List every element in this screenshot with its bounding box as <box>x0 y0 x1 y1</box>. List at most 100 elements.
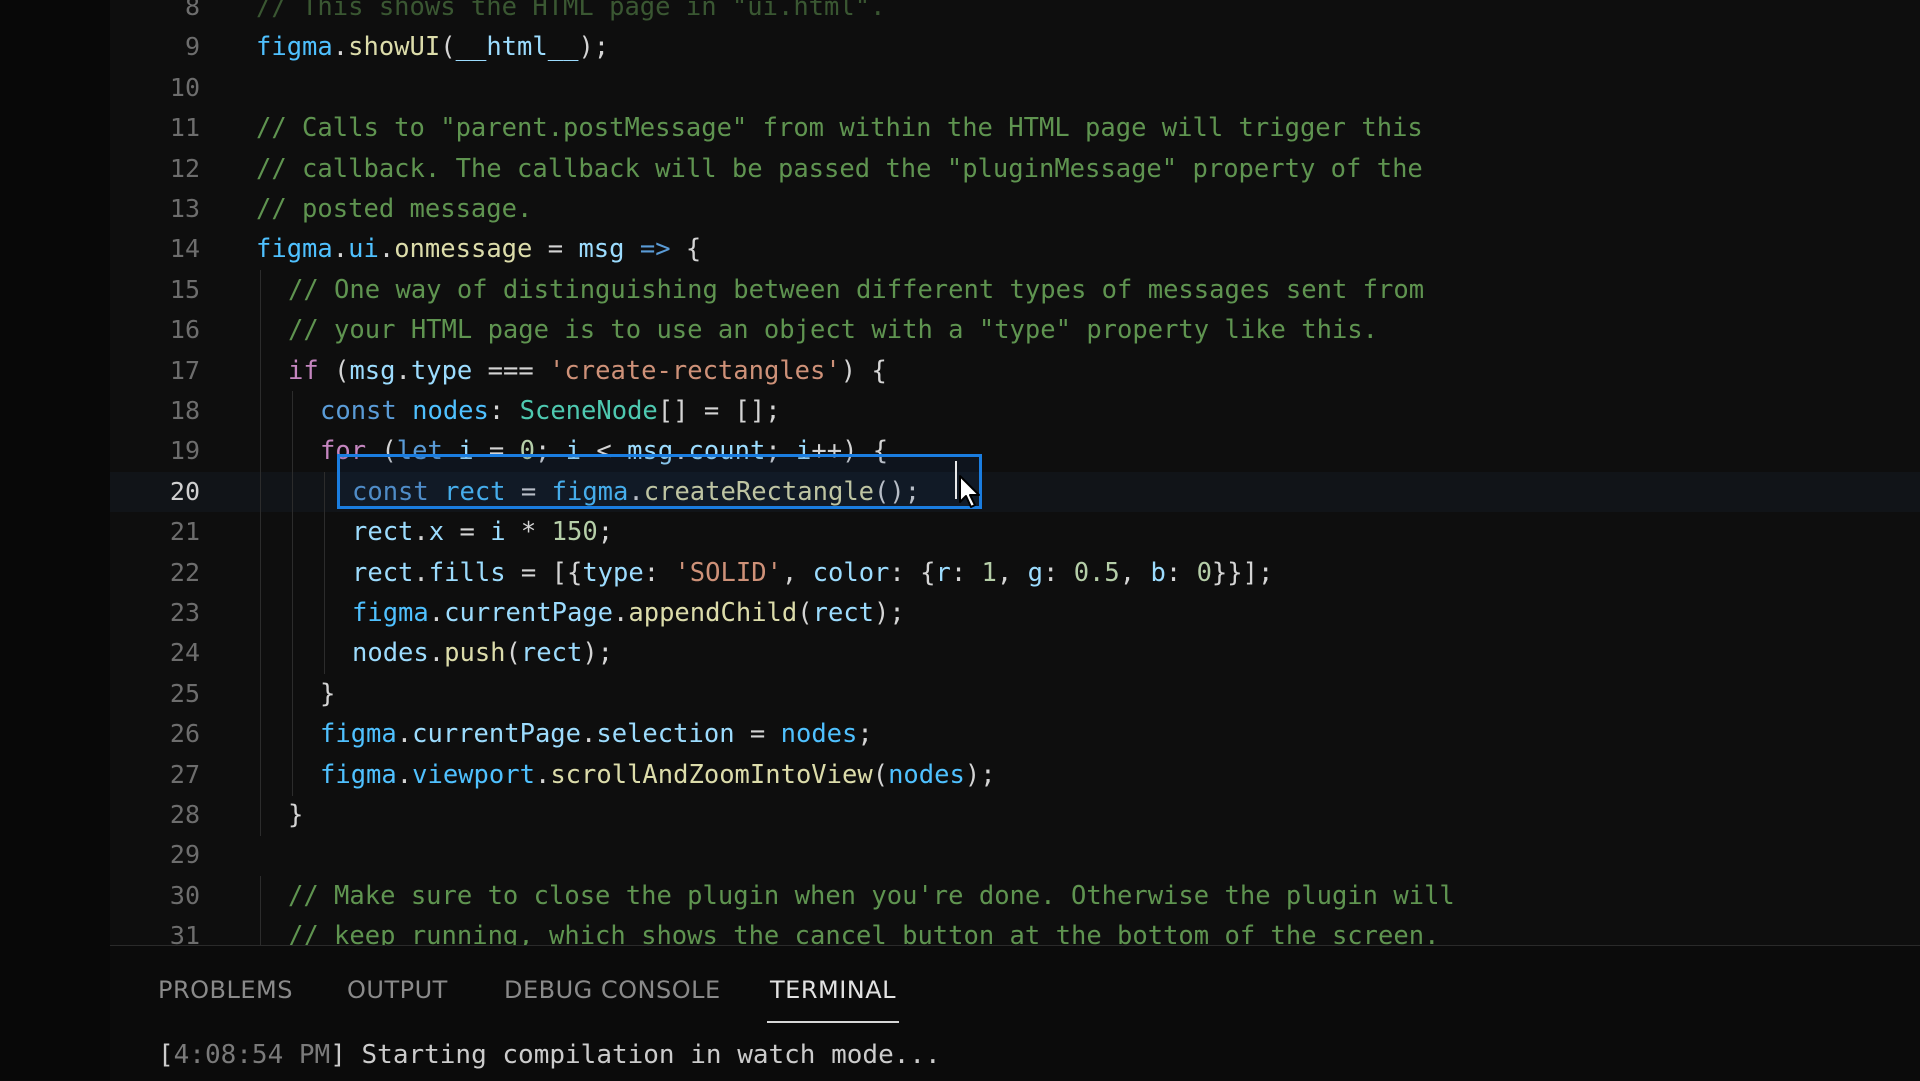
line-number: 31 <box>169 921 200 945</box>
indent-guide <box>292 512 293 554</box>
line-number: 8 <box>184 0 200 21</box>
code-line[interactable]: 26 figma.currentPage.selection = nodes; <box>110 714 1920 756</box>
indent-guide <box>292 552 293 594</box>
code-token: figma <box>256 32 333 63</box>
code-token: === <box>472 355 550 386</box>
code-line[interactable]: 27 figma.viewport.scrollAndZoomIntoView(n… <box>110 754 1920 796</box>
line-number: 12 <box>169 153 200 183</box>
code-line[interactable]: 13 // posted message. <box>110 189 1920 229</box>
tab-terminal[interactable]: TERMINAL <box>770 976 896 1004</box>
code-text: // your HTML page is to use an object wi… <box>288 310 1378 350</box>
code-token: rect <box>520 638 583 669</box>
code-token: // callback. The callback will be passed… <box>256 153 1423 184</box>
line-number: 14 <box>169 234 200 264</box>
code-token: = <box>532 234 579 265</box>
indent-guide <box>324 552 325 594</box>
code-token: ; <box>857 719 873 750</box>
code-text: // callback. The callback will be passed… <box>256 149 1423 189</box>
code-line[interactable]: 24 nodes.push(rect); <box>110 633 1920 675</box>
indent-guide <box>260 673 261 715</box>
indent-guide <box>260 431 261 473</box>
code-token: . <box>413 517 429 548</box>
code-token: // This shows the HTML page in "ui.html"… <box>256 0 886 22</box>
code-line[interactable]: 17 if (msg.type === 'create-rectangles') … <box>110 350 1920 392</box>
code-token: . <box>613 598 629 628</box>
code-line[interactable]: 22 rect.fills = [{type: 'SOLID', color: {… <box>110 552 1920 594</box>
indent-guide <box>260 512 261 554</box>
code-token: : { <box>889 557 936 588</box>
code-token: nodes <box>888 759 965 790</box>
code-token: : <box>643 557 675 588</box>
indent-guide <box>260 593 261 634</box>
code-token: if <box>288 355 319 386</box>
code-token: . <box>413 557 429 588</box>
code-token: // One way of distinguishing between dif… <box>288 274 1425 305</box>
code-token: = <box>444 517 491 548</box>
code-token: SceneNode <box>519 396 658 426</box>
code-token: : <box>1042 557 1074 588</box>
code-token: 1 <box>981 557 997 588</box>
code-text: figma.currentPage.selection = nodes; <box>320 714 873 754</box>
code-line[interactable]: 29 <box>110 835 1920 875</box>
code-token: g <box>1027 557 1043 588</box>
code-text: rect.x = i * 150; <box>352 512 613 552</box>
code-line[interactable]: 11 // Calls to "parent.postMessage" from … <box>110 108 1920 148</box>
line-number: 22 <box>169 557 200 587</box>
indent-guide <box>260 875 261 917</box>
code-line[interactable]: 15 // One way of distinguishing between d… <box>110 269 1920 311</box>
code-token: . <box>534 759 551 790</box>
code-token: => <box>639 234 671 265</box>
code-line[interactable]: 8 // This shows the HTML page in "ui.html… <box>110 0 1920 27</box>
code-line[interactable]: 14 figma.ui.onmessage = msg => { <box>110 229 1920 269</box>
code-token: figma <box>320 759 397 790</box>
code-token: 'create-rectangles' <box>549 355 841 386</box>
code-token: // Make sure to close the plugin when yo… <box>288 880 1455 911</box>
code-line[interactable]: 23 figma.currentPage.appendChild(rect); <box>110 593 1920 634</box>
indent-guide <box>324 512 325 554</box>
indent-guide <box>260 269 261 311</box>
tab-problems[interactable]: PROBLEMS <box>158 976 293 1004</box>
code-line[interactable]: 9 figma.showUI(__html__); <box>110 27 1920 67</box>
code-token: . <box>428 598 445 628</box>
line-number: 20 <box>169 476 200 506</box>
code-line[interactable]: 18 const nodes: SceneNode[] = []; <box>110 391 1920 432</box>
line-number: 11 <box>169 113 200 143</box>
indent-guide <box>324 593 325 634</box>
selection-highlight <box>337 454 982 509</box>
tab-debug-console[interactable]: DEBUG CONSOLE <box>504 976 721 1004</box>
line-number: 17 <box>169 355 200 385</box>
code-token: currentPage <box>412 719 582 750</box>
code-token: currentPage <box>444 598 614 628</box>
code-text: figma.viewport.scrollAndZoomIntoView(nod… <box>320 755 996 795</box>
code-token: r <box>935 557 951 588</box>
code-token: __html__ <box>455 32 579 63</box>
code-line[interactable]: 12 // callback. The callback will be pass… <box>110 149 1920 189</box>
code-line[interactable]: 16 // your HTML page is to use an object … <box>110 310 1920 352</box>
code-token: . <box>396 719 413 750</box>
code-line[interactable]: 28} <box>110 795 1920 836</box>
code-text: nodes.push(rect); <box>352 633 613 673</box>
code-token: onmessage <box>394 234 533 265</box>
code-text: // One way of distinguishing between dif… <box>288 270 1424 310</box>
code-line[interactable]: 31 // keep running, which shows the cance… <box>110 916 1920 945</box>
code-token: msg <box>578 234 625 265</box>
terminal-output-line[interactable]: [4:08:54 PM] Starting compilation in wat… <box>158 1040 941 1070</box>
tab-output[interactable]: OUTPUT <box>347 976 448 1004</box>
code-token: . <box>332 32 349 63</box>
code-token: // Calls to "parent.postMessage" from wi… <box>256 113 1423 144</box>
code-token: , <box>996 557 1028 588</box>
indent-guide <box>260 471 261 513</box>
code-line[interactable]: 30 // Make sure to close the plugin when … <box>110 875 1920 917</box>
code-token: figma <box>320 719 397 750</box>
indent-guide <box>260 633 261 675</box>
code-text: // Make sure to close the plugin when yo… <box>288 876 1455 916</box>
indent-guide <box>260 795 261 836</box>
code-token: = <box>734 719 781 750</box>
code-line[interactable]: 25} <box>110 673 1920 715</box>
code-line[interactable]: 21 rect.x = i * 150; <box>110 512 1920 554</box>
code-token: const <box>320 396 397 426</box>
code-line[interactable]: 10 <box>110 68 1920 108</box>
line-number: 18 <box>169 396 200 425</box>
